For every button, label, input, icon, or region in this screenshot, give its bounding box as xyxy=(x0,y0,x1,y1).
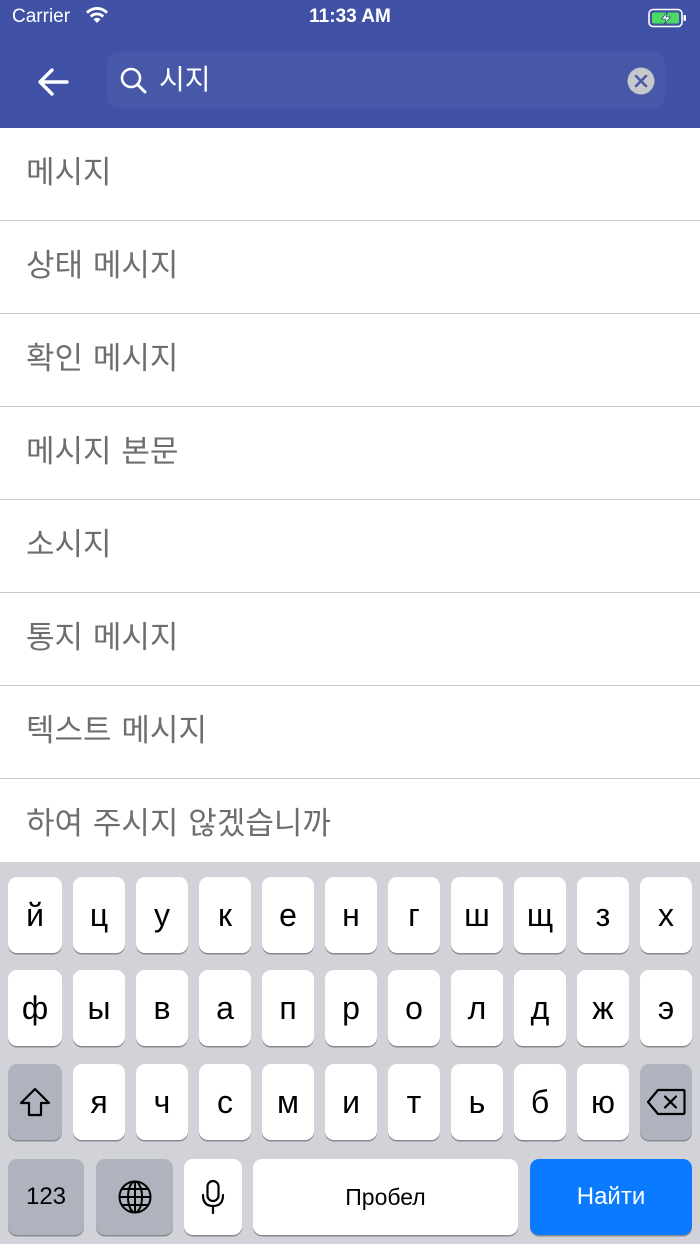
key[interactable]: у xyxy=(136,877,188,953)
status-bar: Carrier 11:33 AM xyxy=(0,0,700,36)
key[interactable]: х xyxy=(640,877,692,953)
battery-charging-icon xyxy=(648,8,686,28)
key[interactable]: ш xyxy=(451,877,503,953)
search-bar[interactable] xyxy=(107,52,665,108)
app-header: Carrier 11:33 AM xyxy=(0,0,700,128)
key[interactable]: м xyxy=(262,1064,314,1140)
back-button[interactable] xyxy=(34,62,74,102)
key[interactable]: о xyxy=(388,970,440,1046)
key[interactable]: я xyxy=(73,1064,125,1140)
key[interactable]: р xyxy=(325,970,377,1046)
clear-icon xyxy=(627,67,655,95)
key[interactable]: э xyxy=(640,970,692,1046)
key[interactable]: ч xyxy=(136,1064,188,1140)
key[interactable]: и xyxy=(325,1064,377,1140)
key[interactable]: п xyxy=(262,970,314,1046)
list-item[interactable]: 소시지 xyxy=(0,500,700,593)
clock: 11:33 AM xyxy=(309,6,391,27)
key[interactable]: г xyxy=(388,877,440,953)
key[interactable]: а xyxy=(199,970,251,1046)
list-item[interactable]: 확인 메시지 xyxy=(0,314,700,407)
key[interactable]: ц xyxy=(73,877,125,953)
dictation-key[interactable] xyxy=(184,1159,242,1235)
key[interactable]: ж xyxy=(577,970,629,1046)
shift-icon xyxy=(19,1087,51,1117)
list-item[interactable]: 메시지 xyxy=(0,128,700,221)
backspace-key[interactable] xyxy=(640,1064,692,1140)
key[interactable]: н xyxy=(325,877,377,953)
key[interactable]: в xyxy=(136,970,188,1046)
key[interactable]: ю xyxy=(577,1064,629,1140)
key[interactable]: б xyxy=(514,1064,566,1140)
search-input[interactable] xyxy=(159,52,609,108)
search-action-key[interactable]: Найти xyxy=(530,1159,692,1235)
backspace-icon xyxy=(646,1088,686,1116)
key[interactable]: ь xyxy=(451,1064,503,1140)
list-item[interactable]: 메시지 본문 xyxy=(0,407,700,500)
key[interactable]: щ xyxy=(514,877,566,953)
suggestion-list: 메시지 상태 메시지 확인 메시지 메시지 본문 소시지 통지 메시지 텍스트 … xyxy=(0,128,700,862)
key[interactable]: ф xyxy=(8,970,62,1046)
globe-key[interactable] xyxy=(96,1159,173,1235)
list-item[interactable]: 통지 메시지 xyxy=(0,593,700,686)
key[interactable]: е xyxy=(262,877,314,953)
shift-key[interactable] xyxy=(8,1064,62,1140)
key[interactable]: к xyxy=(199,877,251,953)
key[interactable]: ы xyxy=(73,970,125,1046)
globe-icon xyxy=(118,1180,151,1214)
list-item[interactable]: 상태 메시지 xyxy=(0,221,700,314)
microphone-icon xyxy=(201,1179,225,1215)
clear-search-button[interactable] xyxy=(627,67,655,95)
list-item[interactable]: 하여 주시지 않겠습니까 xyxy=(0,779,700,862)
key[interactable]: т xyxy=(388,1064,440,1140)
numbers-key[interactable]: 123 xyxy=(8,1159,84,1235)
key[interactable]: з xyxy=(577,877,629,953)
search-icon xyxy=(120,67,147,94)
back-arrow-icon xyxy=(38,68,69,96)
list-item[interactable]: 텍스트 메시지 xyxy=(0,686,700,779)
space-key[interactable]: Пробел xyxy=(253,1159,518,1235)
key[interactable]: с xyxy=(199,1064,251,1140)
key[interactable]: й xyxy=(8,877,62,953)
key[interactable]: л xyxy=(451,970,503,1046)
onscreen-keyboard: й ц у к е н г ш щ з х ф ы в а п р о л д … xyxy=(0,862,700,1244)
key[interactable]: д xyxy=(514,970,566,1046)
